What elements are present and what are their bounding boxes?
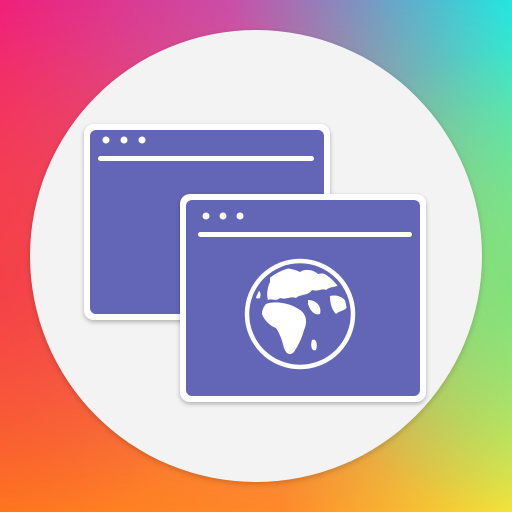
front-window <box>180 194 426 402</box>
front-window-address-bar <box>198 232 412 237</box>
browser-windows-illustration <box>0 0 512 512</box>
app-icon <box>0 0 512 512</box>
back-window-address-bar <box>98 156 314 161</box>
